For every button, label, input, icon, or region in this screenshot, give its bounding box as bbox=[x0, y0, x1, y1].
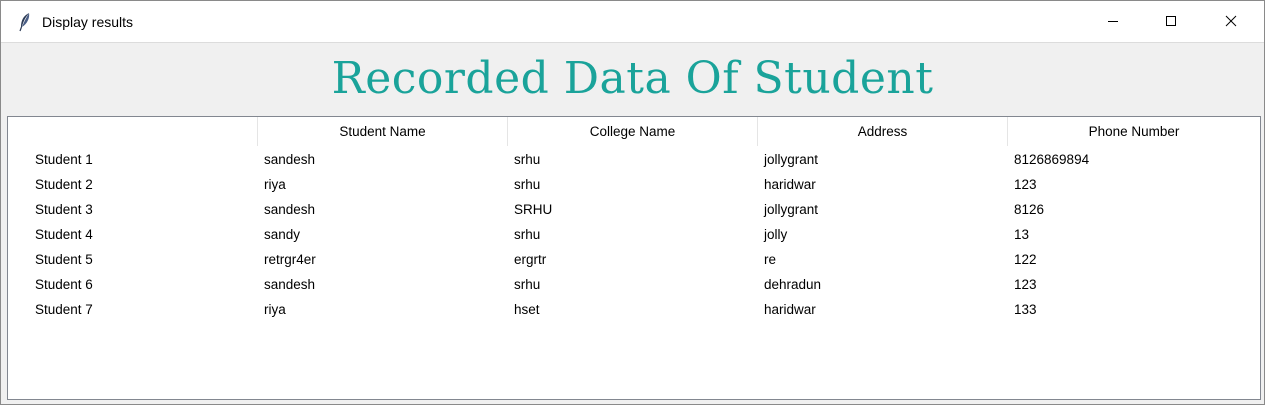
column-header-student-name[interactable]: Student Name bbox=[258, 117, 508, 146]
table-row[interactable]: Student 6 sandesh srhu dehradun 123 bbox=[8, 272, 1260, 297]
close-button[interactable] bbox=[1200, 1, 1262, 43]
row-label: Student 1 bbox=[35, 152, 93, 167]
cell-address: haridwar bbox=[764, 302, 816, 317]
maximize-button[interactable] bbox=[1142, 1, 1200, 43]
column-header-tree[interactable] bbox=[8, 117, 258, 146]
row-label: Student 4 bbox=[35, 227, 93, 242]
cell-college-name: hset bbox=[514, 302, 540, 317]
cell-student-name: sandy bbox=[264, 227, 301, 242]
table-row[interactable]: Student 2 riya srhu haridwar 123 bbox=[8, 172, 1260, 197]
close-icon bbox=[1225, 15, 1237, 30]
cell-college-name: SRHU bbox=[514, 202, 553, 217]
cell-student-name: sandesh bbox=[264, 202, 316, 217]
maximize-icon bbox=[1165, 15, 1177, 30]
cell-college-name: srhu bbox=[514, 177, 541, 192]
table-row[interactable]: Student 3 sandesh SRHU jollygrant 8126 bbox=[8, 197, 1260, 222]
table-row[interactable]: Student 5 retrgr4er ergrtr re 122 bbox=[8, 247, 1260, 272]
row-label: Student 6 bbox=[35, 277, 93, 292]
table-body: Student 1 sandesh srhu jollygrant 812686… bbox=[8, 147, 1260, 322]
window-title: Display results bbox=[42, 14, 134, 30]
cell-phone-number: 13 bbox=[1014, 227, 1030, 242]
cell-college-name: srhu bbox=[514, 227, 541, 242]
table-row[interactable]: Student 4 sandy srhu jolly 13 bbox=[8, 222, 1260, 247]
minimize-button[interactable] bbox=[1084, 1, 1142, 43]
column-header-address[interactable]: Address bbox=[758, 117, 1008, 146]
results-table[interactable]: Student Name College Name Address Phone … bbox=[7, 116, 1261, 400]
header-banner: Recorded Data Of Student bbox=[1, 44, 1264, 116]
cell-address: dehradun bbox=[764, 277, 822, 292]
cell-phone-number: 122 bbox=[1014, 252, 1037, 267]
cell-student-name: riya bbox=[264, 177, 286, 192]
row-label: Student 3 bbox=[35, 202, 93, 217]
feather-icon bbox=[17, 12, 33, 32]
cell-college-name: srhu bbox=[514, 152, 541, 167]
cell-address: re bbox=[764, 252, 777, 267]
cell-address: jollygrant bbox=[764, 152, 819, 167]
cell-phone-number: 123 bbox=[1014, 177, 1037, 192]
title-bar[interactable]: Display results bbox=[1, 1, 1264, 43]
cell-student-name: riya bbox=[264, 302, 286, 317]
cell-college-name: ergrtr bbox=[514, 252, 547, 267]
cell-phone-number: 123 bbox=[1014, 277, 1037, 292]
cell-college-name: srhu bbox=[514, 277, 541, 292]
cell-phone-number: 8126 bbox=[1014, 202, 1045, 217]
table-header: Student Name College Name Address Phone … bbox=[8, 117, 1260, 146]
row-label: Student 2 bbox=[35, 177, 93, 192]
cell-phone-number: 8126869894 bbox=[1014, 152, 1090, 167]
cell-address: jollygrant bbox=[764, 202, 819, 217]
page-title: Recorded Data Of Student bbox=[331, 53, 934, 104]
cell-phone-number: 133 bbox=[1014, 302, 1037, 317]
cell-address: haridwar bbox=[764, 177, 816, 192]
minimize-icon bbox=[1107, 15, 1119, 30]
column-header-college-name[interactable]: College Name bbox=[508, 117, 758, 146]
cell-student-name: sandesh bbox=[264, 152, 316, 167]
row-label: Student 7 bbox=[35, 302, 93, 317]
cell-address: jolly bbox=[764, 227, 788, 242]
row-label: Student 5 bbox=[35, 252, 93, 267]
table-row[interactable]: Student 1 sandesh srhu jollygrant 812686… bbox=[8, 147, 1260, 172]
cell-student-name: retrgr4er bbox=[264, 252, 316, 267]
column-header-phone-number[interactable]: Phone Number bbox=[1008, 117, 1260, 146]
app-window: Display results Recorded Data Of Student bbox=[0, 0, 1265, 405]
table-row[interactable]: Student 7 riya hset haridwar 133 bbox=[8, 297, 1260, 322]
cell-student-name: sandesh bbox=[264, 277, 316, 292]
